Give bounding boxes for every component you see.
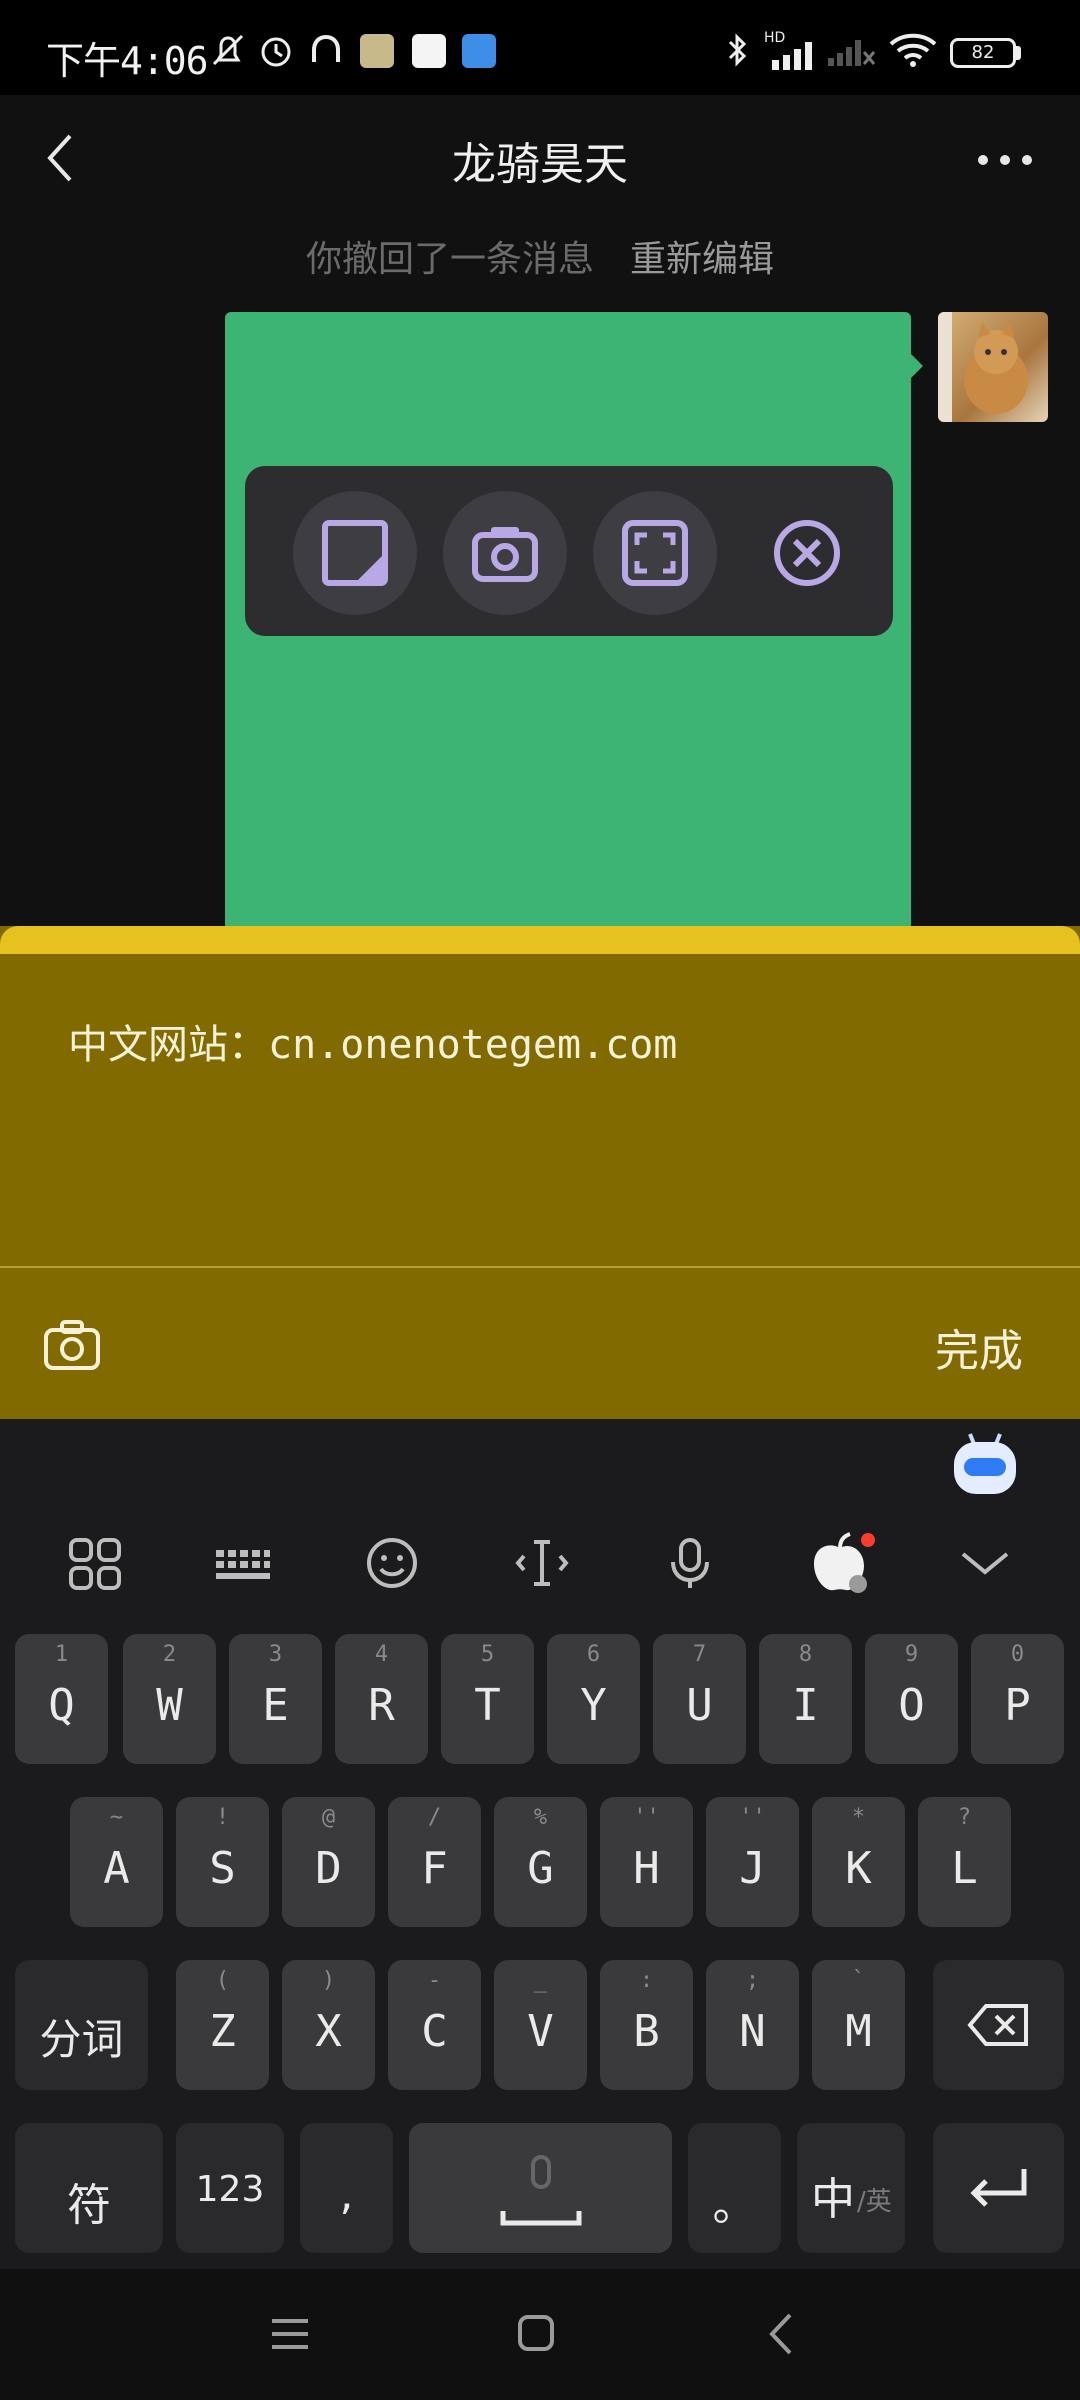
key-i[interactable]: 8I (759, 1634, 852, 1764)
more-options-icon[interactable] (975, 150, 1035, 170)
key-m[interactable]: ` M (812, 1960, 905, 2090)
key-x[interactable]: ) X (282, 1960, 375, 2090)
lang-chinese-label: 中 (811, 2174, 855, 2225)
close-toolbar-button[interactable] (745, 491, 869, 615)
avatar[interactable] (938, 312, 1048, 422)
key-q[interactable]: 1Q (15, 1634, 108, 1764)
key-j[interactable]: '' J (706, 1797, 799, 1927)
sticky-note-text[interactable]: 中文网站：cn.onenotegem.com (68, 1012, 677, 1070)
recall-notice: 你撤回了一条消息 重新编辑 (0, 230, 1080, 282)
key-s[interactable]: ! S (176, 1797, 269, 1927)
cursor-move-icon[interactable] (512, 1530, 572, 1596)
comma-key[interactable]: , (300, 2123, 393, 2253)
numbers-key[interactable]: 123 (176, 2123, 284, 2253)
microphone-icon[interactable] (660, 1530, 720, 1596)
key-p[interactable]: 0P (971, 1634, 1064, 1764)
alarm-icon (261, 37, 291, 67)
key-k[interactable]: * K (812, 1797, 905, 1927)
enter-key[interactable] (933, 2123, 1064, 2253)
collapse-keyboard-icon[interactable] (955, 1530, 1015, 1596)
apple-skin-icon[interactable] (806, 1530, 876, 1596)
done-button[interactable]: 完成 (935, 1315, 1023, 1379)
sticky-note-button[interactable] (293, 491, 417, 615)
home-icon[interactable] (514, 2309, 558, 2359)
key-g[interactable]: % G (494, 1797, 587, 1927)
symbols-key[interactable]: 符 (15, 2123, 163, 2253)
camera-icon[interactable] (40, 1312, 104, 1376)
keyboard-layout-icon[interactable] (212, 1530, 272, 1596)
signal-no-service-icon (828, 40, 876, 66)
space-key[interactable] (409, 2123, 672, 2253)
status-bar: 下午4:06 HD 82 (0, 0, 1080, 95)
key-v[interactable]: _ V (494, 1960, 587, 2090)
bluetooth-icon (728, 33, 747, 67)
language-switch-key[interactable]: 中 /英 (797, 2123, 905, 2253)
enter-icon (970, 2169, 1027, 2207)
key-a[interactable]: ~ A (70, 1797, 163, 1927)
key-u[interactable]: 7U (653, 1634, 746, 1764)
headphones-icon (312, 34, 340, 62)
sticky-note-divider (0, 1266, 1080, 1268)
screenshot-capture-button[interactable] (593, 491, 717, 615)
key-w[interactable]: 2W (123, 1634, 216, 1764)
system-navigation-bar (0, 2269, 1080, 2400)
key-h[interactable]: '' H (600, 1797, 693, 1927)
lang-english-label: /英 (857, 2187, 892, 2217)
key-z[interactable]: (Z (176, 1960, 269, 2090)
key-o[interactable]: 9O (865, 1634, 958, 1764)
capture-toolbar (245, 466, 893, 636)
assistant-robot-icon[interactable] (950, 1432, 1020, 1498)
re-edit-link[interactable]: 重新编辑 (630, 239, 774, 280)
key-f[interactable]: / F (388, 1797, 481, 1927)
message-bubble-tail (909, 352, 923, 380)
keyboard-app-icon (462, 34, 496, 68)
camera-icon (472, 527, 538, 582)
menu-icon[interactable] (268, 2309, 312, 2359)
emoji-icon[interactable] (362, 1530, 422, 1596)
key-d[interactable]: @ D (282, 1797, 375, 1927)
space-voice-icon (500, 2155, 582, 2226)
key-n[interactable]: ; N (706, 1960, 799, 2090)
camera-capture-button[interactable] (443, 491, 567, 615)
period-key[interactable]: 。 (688, 2123, 781, 2253)
signal-strength-icon: HD (764, 30, 820, 70)
screen-capture-frame-icon (622, 520, 688, 586)
back-icon[interactable] (760, 2309, 804, 2359)
backspace-key[interactable] (933, 1960, 1064, 2090)
sticky-note-panel (0, 926, 1080, 1419)
key-y[interactable]: 6Y (547, 1634, 640, 1764)
key-e[interactable]: 3E (229, 1634, 322, 1764)
app-notification-icon (360, 34, 394, 68)
status-time: 下午4:06 (46, 39, 209, 83)
bell-muted-icon (212, 34, 244, 66)
segment-key[interactable]: 分词 (15, 1960, 148, 2090)
battery-tip (1016, 46, 1021, 60)
key-b[interactable]: :B (600, 1960, 693, 2090)
wifi-icon (889, 33, 937, 67)
apps-grid-icon[interactable] (65, 1530, 125, 1596)
sticky-note-icon (322, 520, 388, 586)
onenote-gem-icon (412, 34, 446, 68)
key-c[interactable]: -C (388, 1960, 481, 2090)
battery-icon: 82 (950, 38, 1016, 68)
key-l[interactable]: ? L (918, 1797, 1011, 1927)
close-circle-icon (774, 520, 840, 586)
key-r[interactable]: 4R (335, 1634, 428, 1764)
chat-title: 龙骑昊天 (452, 139, 628, 190)
backspace-icon (967, 2004, 1028, 2046)
sticky-note-drag-strip[interactable] (0, 926, 1080, 954)
key-t[interactable]: 5T (441, 1634, 534, 1764)
battery-level: 82 (971, 42, 995, 63)
recall-text: 你撤回了一条消息 (305, 239, 594, 280)
